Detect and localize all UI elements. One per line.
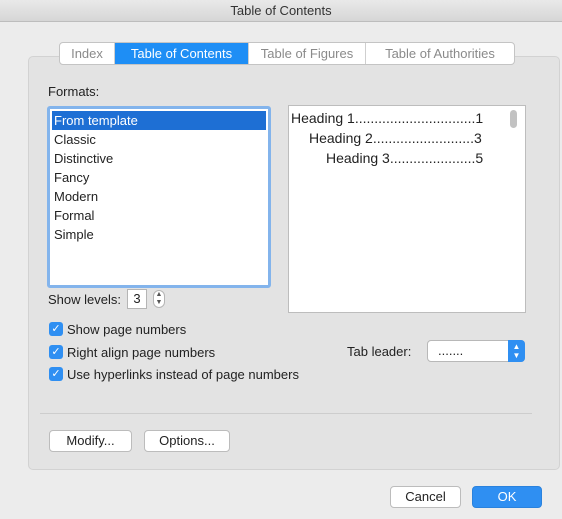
options-button[interactable]: Options...: [144, 430, 230, 452]
modify-button[interactable]: Modify...: [49, 430, 132, 452]
right-align-page-numbers-checkbox[interactable]: ✓ Right align page numbers: [49, 343, 215, 361]
formats-label: Formats:: [48, 84, 100, 99]
preview-heading-3: Heading 3......................5: [326, 150, 484, 166]
show-page-numbers-checkbox[interactable]: ✓ Show page numbers: [49, 320, 186, 338]
separator: [40, 413, 532, 414]
format-item-modern[interactable]: Modern: [50, 187, 268, 206]
tab-bar: Index Table of Contents Table of Figures…: [59, 42, 515, 65]
format-item-formal[interactable]: Formal: [50, 206, 268, 225]
format-item-classic[interactable]: Classic: [50, 130, 268, 149]
tab-leader-label: Tab leader:: [347, 344, 412, 359]
show-levels-row: Show levels: 3 ▲ ▼: [48, 289, 165, 309]
use-hyperlinks-checkbox[interactable]: ✓ Use hyperlinks instead of page numbers: [49, 365, 299, 383]
format-item-from-template[interactable]: From template: [52, 111, 266, 130]
use-hyperlinks-label: Use hyperlinks instead of page numbers: [67, 366, 299, 382]
preview-scrollbar[interactable]: [510, 110, 517, 128]
format-item-distinctive[interactable]: Distinctive: [50, 149, 268, 168]
checkmark-icon: ✓: [49, 322, 63, 336]
preview-heading-2: Heading 2..........................3: [309, 130, 482, 146]
format-item-simple[interactable]: Simple: [50, 225, 268, 244]
cancel-button[interactable]: Cancel: [390, 486, 461, 508]
show-levels-label: Show levels:: [48, 291, 121, 307]
show-levels-field[interactable]: 3: [126, 289, 147, 309]
right-align-page-numbers-label: Right align page numbers: [67, 344, 216, 360]
window-title: Table of Contents: [0, 0, 562, 22]
tab-leader-value: .......: [438, 343, 464, 358]
show-page-numbers-label: Show page numbers: [67, 321, 187, 337]
checkmark-icon: ✓: [49, 345, 63, 359]
preview-heading-1: Heading 1...............................…: [291, 110, 484, 126]
checkmark-icon: ✓: [49, 367, 63, 381]
chevron-updown-icon: ▲ ▼: [508, 340, 525, 362]
tab-table-of-authorities[interactable]: Table of Authorities: [366, 43, 514, 64]
show-levels-stepper[interactable]: ▲ ▼: [152, 290, 165, 308]
formats-list[interactable]: From template Classic Distinctive Fancy …: [47, 106, 271, 288]
ok-button[interactable]: OK: [472, 486, 542, 508]
format-item-fancy[interactable]: Fancy: [50, 168, 268, 187]
tab-table-of-figures[interactable]: Table of Figures: [249, 43, 366, 64]
tab-index[interactable]: Index: [60, 43, 115, 64]
tab-leader-select[interactable]: ....... ▲ ▼: [427, 340, 525, 362]
toc-preview: Heading 1...............................…: [288, 105, 526, 313]
tab-table-of-contents[interactable]: Table of Contents: [115, 43, 249, 64]
